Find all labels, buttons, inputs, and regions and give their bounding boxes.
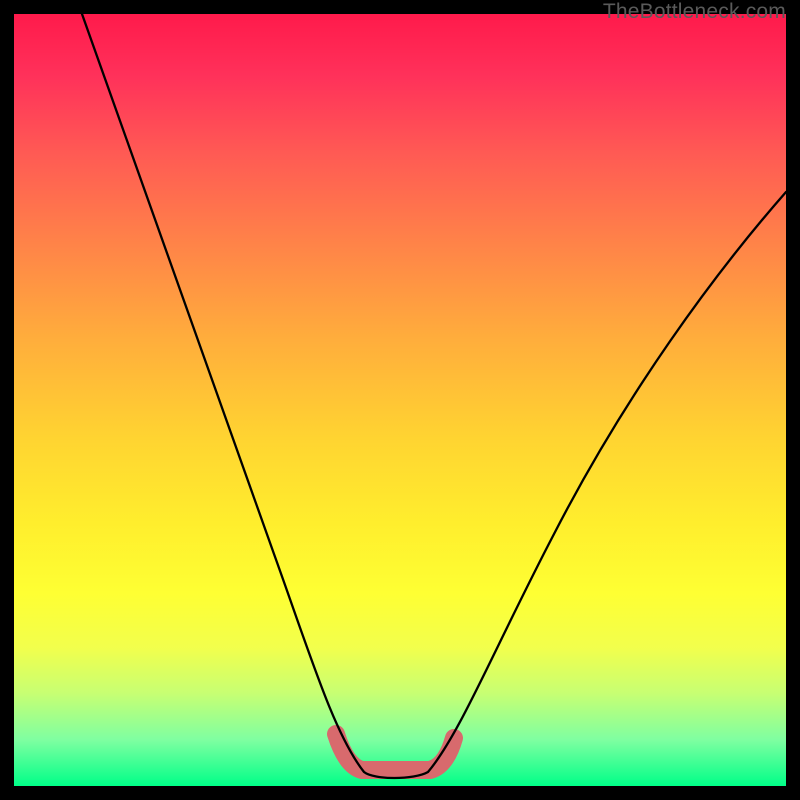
watermark-text: TheBottleneck.com (603, 0, 786, 24)
optimal-range-highlight (336, 734, 454, 770)
chart-svg (14, 14, 786, 786)
bottleneck-curve (82, 14, 786, 778)
gradient-plot-area (14, 14, 786, 786)
